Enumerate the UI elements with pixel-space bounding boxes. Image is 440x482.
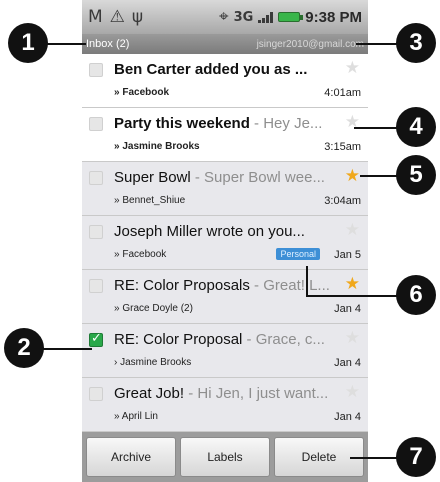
callout-2: 2 <box>4 328 44 368</box>
gmail-icon: M <box>88 7 103 27</box>
email-row[interactable]: Joseph Miller wrote on you... ★ » Facebook… <box>82 216 368 270</box>
star-icon[interactable]: ★ <box>345 274 360 294</box>
email-time: 3:15am <box>324 141 361 153</box>
email-row[interactable]: Super Bowl - Super Bowl wee... ★ » Bennet_… <box>82 162 368 216</box>
email-subject-line: Joseph Miller wrote on you... <box>114 223 336 240</box>
clock: 9:38 PM <box>305 8 362 26</box>
select-checkbox[interactable] <box>89 117 103 131</box>
select-checkbox[interactable] <box>89 225 103 239</box>
network-3g-icon: 3G <box>233 9 254 25</box>
account-email: jsinger2010@gmail.com <box>256 38 364 50</box>
email-row[interactable]: Great Job! - Hi Jen, I just want... ★ » Ap… <box>82 378 368 432</box>
callout-6-leader <box>306 295 406 297</box>
email-subject: RE: Color Proposals <box>114 277 250 294</box>
callout-4: 4 <box>396 107 436 147</box>
email-row[interactable]: Party this weekend - Hey Je... ★ » Jasmine… <box>82 108 368 162</box>
star-icon[interactable]: ★ <box>345 166 360 186</box>
email-sender: » Grace Doyle (2) <box>114 303 193 314</box>
email-subject: Super Bowl <box>114 169 191 186</box>
select-checkbox[interactable] <box>89 331 103 347</box>
email-sender: » Jasmine Brooks <box>114 141 200 152</box>
email-row[interactable]: Ben Carter added you as ... ★ » Facebook 4:… <box>82 54 368 108</box>
email-sender: » Facebook <box>114 87 170 98</box>
warning-icon: ⚠ <box>109 7 125 27</box>
email-snippet: - Grace, c... <box>242 331 325 348</box>
archive-button[interactable]: Archive <box>86 437 176 477</box>
email-subject: Party this weekend <box>114 115 250 132</box>
star-icon[interactable]: ★ <box>345 382 360 402</box>
label-badge: Personal <box>276 248 320 260</box>
email-time: Jan 4 <box>334 303 361 315</box>
email-subject-line: RE: Color Proposal - Grace, c... <box>114 331 336 348</box>
email-sender: › Jasmine Brooks <box>114 357 192 368</box>
usb-icon: ψ <box>131 7 144 27</box>
callout-1: 1 <box>8 23 48 63</box>
signal-icon <box>258 11 274 23</box>
email-subject: RE: Color Proposal <box>114 331 243 348</box>
select-checkbox[interactable] <box>89 387 103 401</box>
callout-6: 6 <box>396 275 436 315</box>
callout-2-leader <box>40 348 92 350</box>
email-snippet: - Hey Je... <box>249 115 323 132</box>
callout-7: 7 <box>396 437 436 477</box>
email-subject-line: Super Bowl - Super Bowl wee... <box>114 169 336 186</box>
email-subject: Ben Carter added you as ... <box>114 61 308 78</box>
status-right: ⌖ 3G 9:38 PM <box>219 7 362 27</box>
email-sender: » Facebook <box>114 249 167 260</box>
select-checkbox[interactable] <box>89 171 103 185</box>
callout-5: 5 <box>396 155 436 195</box>
email-row[interactable]: RE: Color Proposal - Grace, c... ★ › Jasmi… <box>82 324 368 378</box>
email-time: 3:04am <box>324 195 361 207</box>
labels-button[interactable]: Labels <box>180 437 270 477</box>
gps-icon: ⌖ <box>219 7 229 27</box>
star-icon[interactable]: ★ <box>345 58 360 78</box>
email-snippet: - Super Bowl wee... <box>190 169 325 186</box>
phone-screen: M ⚠ ψ ⌖ 3G 9:38 PM Inbox (2) jsinger2010… <box>82 0 368 482</box>
email-time: Jan 4 <box>334 411 361 423</box>
email-time: Jan 4 <box>334 357 361 369</box>
email-subject-line: Party this weekend - Hey Je... <box>114 115 336 132</box>
mailbox-header: Inbox (2) jsinger2010@gmail.com <box>82 34 368 54</box>
email-sender: » Bennet_Shiue <box>114 195 186 206</box>
email-snippet: - Hi Jen, I just want... <box>184 385 329 402</box>
select-checkbox[interactable] <box>89 63 103 77</box>
email-time: Jan 5 <box>334 249 361 261</box>
status-bar: M ⚠ ψ ⌖ 3G 9:38 PM <box>82 0 368 34</box>
email-subject-line: Great Job! - Hi Jen, I just want... <box>114 385 336 402</box>
folder-title: Inbox (2) <box>86 38 130 50</box>
email-subject-line: Ben Carter added you as ... <box>114 61 336 78</box>
email-sender: » April Lin <box>114 411 158 422</box>
star-icon[interactable]: ★ <box>345 328 360 348</box>
email-row[interactable]: RE: Color Proposals - Great! L... ★ » Grac… <box>82 270 368 324</box>
select-checkbox[interactable] <box>89 279 103 293</box>
callout-6-leader-vertical <box>306 266 308 296</box>
star-icon[interactable]: ★ <box>345 220 360 240</box>
battery-icon <box>278 12 304 22</box>
callout-3: 3 <box>396 23 436 63</box>
email-list: Ben Carter added you as ... ★ » Facebook 4:… <box>82 54 368 432</box>
action-bar: Archive Labels Delete <box>82 432 368 482</box>
star-icon[interactable]: ★ <box>345 112 360 132</box>
email-subject: Great Job! <box>114 385 185 402</box>
email-subject-line: RE: Color Proposals - Great! L... <box>114 277 336 294</box>
email-snippet: - Great! L... <box>249 277 330 294</box>
email-subject: Joseph Miller wrote on you... <box>114 223 305 240</box>
email-time: 4:01am <box>324 87 361 99</box>
